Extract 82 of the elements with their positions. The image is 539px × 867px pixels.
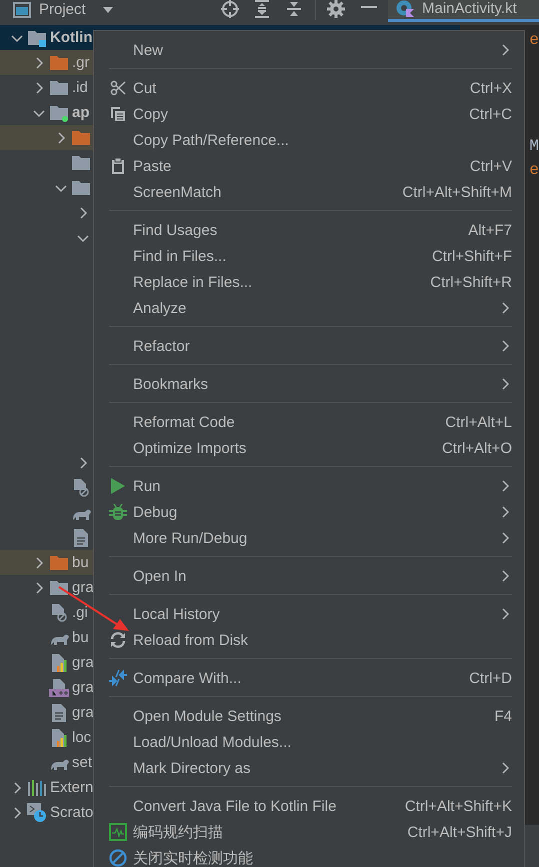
folder-icon	[71, 154, 91, 172]
menu-item[interactable]: Local History	[94, 601, 524, 627]
menu-item[interactable]: 编码规约扫描 Ctrl+Alt+Shift+J	[94, 819, 524, 845]
tree-item[interactable]: .gi	[72, 604, 88, 621]
menu-item[interactable]: Optimize Imports Ctrl+Alt+O	[94, 435, 524, 461]
expand-all-icon[interactable]	[254, 0, 270, 18]
tree-item[interactable]: .gr	[72, 54, 90, 71]
menu-item[interactable]: Find in Files... Ctrl+Shift+F	[94, 243, 524, 269]
copy-icon	[110, 106, 126, 122]
folder-icon	[49, 554, 69, 572]
tree-item[interactable]: gra	[72, 579, 94, 596]
menu-item[interactable]: Reload from Disk	[94, 627, 524, 653]
menu-item[interactable]: More Run/Debug	[94, 525, 524, 551]
dropdown-icon[interactable]	[102, 6, 114, 14]
bug-icon	[108, 503, 126, 521]
menu-item[interactable]: Mark Directory as	[94, 755, 524, 781]
tree-item[interactable]: .id	[72, 79, 88, 96]
text-file-icon	[74, 528, 88, 546]
compare-arrows-icon	[108, 669, 126, 687]
folder-icon	[71, 128, 91, 146]
locate-icon[interactable]	[221, 0, 239, 18]
tree-item[interactable]: gra	[72, 704, 94, 721]
ignored-file-icon	[72, 478, 90, 496]
menu-item[interactable]: Convert Java File to Kotlin File Ctrl+Alt+Shift+K	[94, 793, 524, 819]
tree-item[interactable]: Extern	[50, 779, 94, 796]
folder-icon	[49, 578, 69, 596]
tree-item[interactable]: bu	[72, 554, 89, 571]
tree-item[interactable]: set	[72, 754, 92, 771]
menu-item[interactable]: Run	[94, 473, 524, 499]
properties-file-icon	[50, 728, 68, 746]
scissors-icon	[110, 80, 126, 96]
menu-item[interactable]: 关闭实时检测功能	[94, 845, 524, 867]
tree-item[interactable]: loc	[72, 729, 92, 746]
menu-item[interactable]: Open Module Settings F4	[94, 703, 524, 729]
ignored-file-icon	[50, 604, 68, 622]
waveform-icon	[108, 823, 126, 841]
code-text: e	[529, 161, 539, 179]
menu-item[interactable]: ScreenMatch Ctrl+Alt+Shift+M	[94, 179, 524, 205]
folder-icon	[71, 178, 91, 196]
menu-item[interactable]: Compare With... Ctrl+D	[94, 665, 524, 691]
menu-item[interactable]: Copy Path/Reference...	[94, 127, 524, 153]
menu-item[interactable]: Cut Ctrl+X	[94, 75, 524, 101]
folder-icon	[49, 54, 69, 72]
panel-icon	[13, 2, 31, 18]
module-folder-icon	[27, 28, 47, 46]
menu-item[interactable]: Replace in Files... Ctrl+Shift+R	[94, 269, 524, 295]
minimize-icon[interactable]	[361, 6, 377, 9]
menu-item[interactable]: Open In	[94, 563, 524, 589]
properties-file-icon	[50, 654, 68, 672]
scratch-clock-icon	[27, 802, 47, 822]
folder-icon	[49, 78, 69, 96]
menu-item[interactable]: New	[94, 37, 524, 63]
editor-tab[interactable]: MainActivity.kt	[388, 0, 539, 22]
code-text: M	[529, 137, 539, 155]
text-file-icon	[52, 704, 66, 722]
prohibited-icon	[108, 849, 126, 867]
clipboard-icon	[110, 158, 124, 174]
menu-item[interactable]: Bookmarks	[94, 371, 524, 397]
menu-item[interactable]: Copy Ctrl+C	[94, 101, 524, 127]
code-text: e	[529, 31, 539, 49]
module-folder-icon	[49, 104, 69, 122]
tree-item[interactable]: gra	[72, 679, 94, 696]
menu-item[interactable]: Reformat Code Ctrl+Alt+L	[94, 409, 524, 435]
collapse-all-icon[interactable]	[286, 0, 302, 18]
menu-item[interactable]: Refactor	[94, 333, 524, 359]
menu-item[interactable]: Find Usages Alt+F7	[94, 217, 524, 243]
panel-title[interactable]: Project	[39, 1, 86, 18]
tree-item[interactable]: Scrato	[50, 804, 94, 821]
libraries-icon	[27, 780, 47, 796]
settings-icon[interactable]	[327, 0, 345, 18]
menu-item[interactable]: Load/Unload Modules...	[94, 729, 524, 755]
refresh-icon	[108, 632, 126, 648]
menu-item[interactable]: Paste Ctrl+V	[94, 153, 524, 179]
menu-item[interactable]: Debug	[94, 499, 524, 525]
menu-item[interactable]: Analyze	[94, 295, 524, 321]
kotlin-file-icon	[396, 0, 416, 18]
tree-item[interactable]: bu	[72, 629, 89, 646]
tree-item[interactable]: gra	[72, 654, 94, 671]
cpp-file-icon	[49, 678, 69, 696]
tree-item[interactable]: Kotlin	[50, 29, 92, 46]
tree-item[interactable]: ap	[72, 104, 90, 121]
play-icon	[110, 478, 124, 494]
